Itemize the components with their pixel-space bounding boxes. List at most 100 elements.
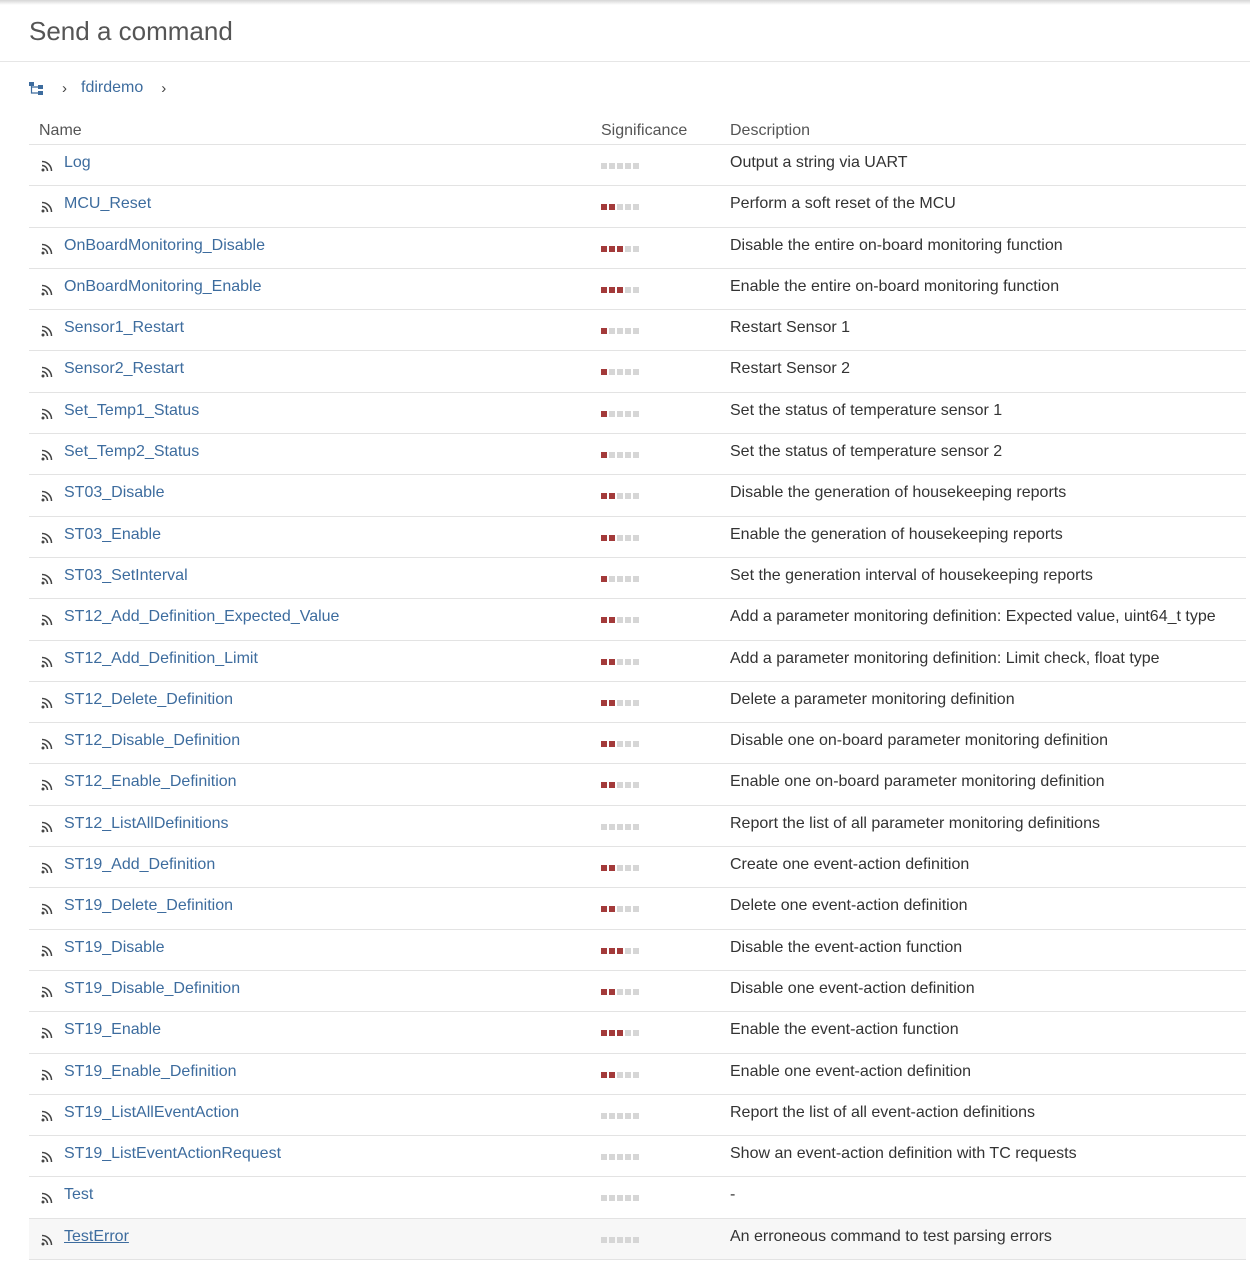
- significance-indicator: [601, 658, 641, 665]
- significance-pip: [633, 452, 639, 459]
- command-name-link[interactable]: OnBoardMonitoring_Enable: [64, 278, 261, 296]
- significance-indicator: [601, 369, 641, 376]
- table-row[interactable]: ST19_ListAllEventAction Report the list o…: [29, 1095, 1246, 1137]
- command-description: Delete one event-action definition: [730, 897, 968, 915]
- column-header-significance[interactable]: Significance: [601, 122, 687, 140]
- command-name-link[interactable]: MCU_Reset: [64, 195, 151, 213]
- command-name-link[interactable]: ST12_Enable_Definition: [64, 773, 237, 791]
- table-row[interactable]: ST19_Add_Definition Create one event-acti…: [29, 847, 1246, 889]
- rss-feed-icon: [41, 1026, 53, 1039]
- command-description: -: [730, 1186, 736, 1204]
- rss-feed-icon: [41, 778, 53, 791]
- command-name-link[interactable]: ST12_Add_Definition_Limit: [64, 650, 258, 668]
- table-row[interactable]: ST19_Enable Enable the event-action funct…: [29, 1012, 1246, 1054]
- significance-pip: [617, 658, 623, 665]
- command-name-link[interactable]: ST03_Disable: [64, 484, 165, 502]
- table-row[interactable]: ST19_ListEventActionRequest Show an event…: [29, 1136, 1246, 1178]
- significance-pip: [617, 741, 623, 748]
- command-description: An erroneous command to test parsing err…: [730, 1227, 1052, 1245]
- command-name-link[interactable]: ST12_Add_Definition_Expected_Value: [64, 608, 339, 626]
- table-row[interactable]: Log Output a string via UART: [29, 145, 1246, 187]
- significance-pip: [609, 575, 615, 582]
- table-row[interactable]: ST12_Enable_Definition Enable one on-boar…: [29, 764, 1246, 806]
- table-row[interactable]: ST19_Enable_Definition Enable one event-a…: [29, 1054, 1246, 1095]
- significance-pip: [617, 286, 623, 293]
- significance-pip: [617, 699, 623, 706]
- table-row[interactable]: Set_Temp2_Status Set the status of temper…: [29, 434, 1246, 476]
- significance-pip: [617, 452, 623, 459]
- table-row[interactable]: ST12_Delete_Definition Delete a parameter…: [29, 682, 1246, 724]
- significance-indicator: [601, 1154, 641, 1161]
- command-name-link[interactable]: ST12_Delete_Definition: [64, 691, 233, 709]
- table-row[interactable]: ST12_Add_Definition_Limit Add a parameter…: [29, 641, 1246, 682]
- command-name-link[interactable]: Set_Temp1_Status: [64, 402, 199, 420]
- significance-pip: [625, 410, 631, 417]
- table-row[interactable]: ST03_Enable Enable the generation of hous…: [29, 517, 1246, 558]
- command-name-link[interactable]: ST12_Disable_Definition: [64, 732, 240, 750]
- column-header-name[interactable]: Name: [39, 122, 82, 140]
- table-row[interactable]: ST12_Add_Definition_Expected_Value Add a …: [29, 599, 1246, 641]
- table-row[interactable]: TestError An erroneous command to test pa…: [29, 1218, 1246, 1261]
- significance-pip: [601, 782, 607, 789]
- command-name-link[interactable]: Set_Temp2_Status: [64, 443, 199, 461]
- significance-pip: [633, 245, 639, 252]
- command-name-link[interactable]: ST19_Disable_Definition: [64, 980, 240, 998]
- significance-pip: [617, 1112, 623, 1119]
- significance-indicator: [601, 906, 641, 913]
- significance-pip: [617, 1236, 623, 1243]
- rss-feed-icon: [41, 242, 53, 255]
- significance-pip: [609, 1195, 615, 1202]
- significance-indicator: [601, 947, 641, 954]
- breadcrumb-separator-icon: ›: [62, 79, 67, 97]
- command-name-link[interactable]: ST19_Delete_Definition: [64, 897, 233, 915]
- significance-pip: [617, 328, 623, 335]
- command-name-link[interactable]: ST19_Enable_Definition: [64, 1063, 237, 1081]
- column-header-description[interactable]: Description: [730, 122, 810, 140]
- command-name-link[interactable]: ST19_ListEventActionRequest: [64, 1145, 281, 1163]
- page-header: Send a command: [0, 0, 1250, 62]
- command-description: Enable one event-action definition: [730, 1062, 972, 1080]
- significance-pip: [601, 204, 607, 211]
- significance-pip: [625, 1030, 631, 1037]
- table-row[interactable]: ST12_ListAllDefinitions Report the list o…: [29, 806, 1246, 848]
- significance-indicator: [601, 328, 641, 335]
- command-name-link[interactable]: OnBoardMonitoring_Disable: [64, 237, 265, 255]
- significance-pip: [609, 988, 615, 995]
- command-name-link[interactable]: ST03_Enable: [64, 526, 161, 544]
- table-row[interactable]: OnBoardMonitoring_Enable Enable the entir…: [29, 269, 1246, 311]
- command-name-link[interactable]: Log: [64, 154, 91, 172]
- command-name-link[interactable]: ST12_ListAllDefinitions: [64, 815, 229, 833]
- command-name-link[interactable]: Sensor1_Restart: [64, 319, 184, 337]
- table-row[interactable]: Test -: [29, 1177, 1246, 1219]
- table-row[interactable]: OnBoardMonitoring_Disable Disable the ent…: [29, 228, 1246, 269]
- command-name-link[interactable]: Test: [64, 1186, 93, 1204]
- command-name-link[interactable]: ST19_Enable: [64, 1021, 161, 1039]
- table-body: Log Output a string via UART MCU_Reset Perf…: [29, 145, 1246, 1261]
- command-name-link[interactable]: TestError: [64, 1228, 129, 1246]
- significance-pip: [601, 823, 607, 830]
- significance-pip: [601, 658, 607, 665]
- significance-indicator: [601, 245, 641, 252]
- table-row[interactable]: ST03_SetInterval Set the generation inter…: [29, 558, 1246, 600]
- table-row[interactable]: ST12_Disable_Definition Disable one on-bo…: [29, 723, 1246, 765]
- command-description: Set the status of temperature sensor 2: [730, 443, 1003, 461]
- table-row[interactable]: MCU_Reset Perform a soft reset of the MCU: [29, 186, 1246, 228]
- table-row[interactable]: Set_Temp1_Status Set the status of temper…: [29, 393, 1246, 435]
- rss-feed-icon: [41, 448, 53, 461]
- table-row[interactable]: ST19_Disable_Definition Disable one event…: [29, 971, 1246, 1013]
- table-row[interactable]: ST19_Disable Disable the event-action fun…: [29, 930, 1246, 971]
- command-name-link[interactable]: ST19_Add_Definition: [64, 856, 215, 874]
- command-name-link[interactable]: ST19_ListAllEventAction: [64, 1104, 239, 1122]
- table-row[interactable]: ST03_Disable Disable the generation of ho…: [29, 475, 1246, 517]
- table-row[interactable]: Sensor2_Restart Restart Sensor 2: [29, 351, 1246, 393]
- significance-pip: [601, 328, 607, 335]
- table-header: Name Significance Description: [29, 116, 1246, 145]
- table-row[interactable]: ST19_Delete_Definition Delete one event-a…: [29, 888, 1246, 930]
- table-row[interactable]: Sensor1_Restart Restart Sensor 1: [29, 310, 1246, 352]
- breadcrumb-item-fdirdemo[interactable]: fdirdemo: [81, 79, 143, 97]
- command-name-link[interactable]: ST19_Disable: [64, 939, 165, 957]
- command-name-link[interactable]: ST03_SetInterval: [64, 567, 188, 585]
- tree-root-icon[interactable]: [29, 81, 44, 95]
- breadcrumb: › fdirdemo ›: [29, 76, 180, 100]
- command-name-link[interactable]: Sensor2_Restart: [64, 360, 184, 378]
